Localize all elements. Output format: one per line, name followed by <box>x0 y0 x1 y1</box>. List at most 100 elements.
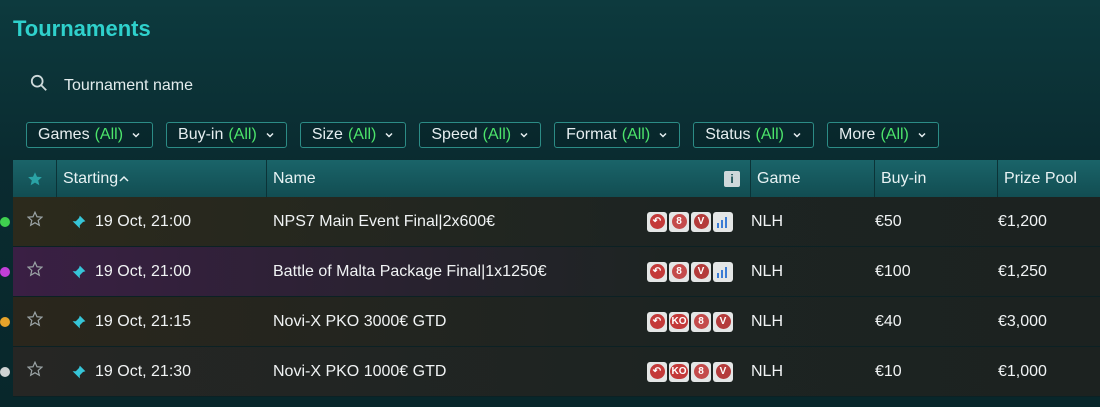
star-icon[interactable] <box>26 310 44 332</box>
cell-starting: 19 Oct, 21:15 <box>57 297 267 347</box>
page-title: Tournaments <box>13 16 151 41</box>
cell-starting: 19 Oct, 21:30 <box>57 347 267 397</box>
filter-games[interactable]: Games (All) <box>26 122 154 148</box>
search-bar[interactable]: Tournament name <box>30 74 193 97</box>
table-row[interactable]: 19 Oct, 21:00 Battle of Malta Package Fin… <box>0 247 1100 297</box>
column-buyin[interactable]: Buy-in <box>875 160 998 197</box>
info-icon[interactable]: i <box>724 170 740 187</box>
badge-8: 8 <box>691 361 711 382</box>
tournament-badges: ↶ KO 8 V <box>647 361 733 382</box>
cell-name: NPS7 Main Event Final|2x600€ ↶ 8 V <box>267 197 751 247</box>
search-icon <box>30 74 48 97</box>
filter-status[interactable]: Status (All) <box>693 122 814 148</box>
filter-size[interactable]: Size (All) <box>299 122 407 148</box>
column-starting[interactable]: Starting <box>57 160 267 197</box>
tournament-name: Novi-X PKO 1000€ GTD <box>273 362 447 380</box>
badge-v: V <box>713 311 733 332</box>
badge-8: 8 <box>669 211 689 232</box>
badge-8: 8 <box>669 261 689 282</box>
buyin-value: €100 <box>875 262 911 280</box>
table-row[interactable]: 19 Oct, 21:15 Novi-X PKO 3000€ GTD ↶ KO 8 V NL… <box>0 297 1100 347</box>
bar-chart-icon <box>713 261 733 282</box>
cell-name: Novi-X PKO 1000€ GTD ↶ KO 8 V <box>267 347 751 397</box>
buyin-value: €50 <box>875 212 902 230</box>
filter-value: (All) <box>621 126 651 143</box>
filter-label: Size <box>311 126 343 143</box>
cell-buyin: €10 <box>875 347 998 397</box>
cell-game: NLH <box>751 197 875 247</box>
filter-bar: Games (All) Buy-in (All) Size (All) Speed (A… <box>26 122 939 148</box>
column-label: Starting <box>63 169 119 187</box>
chevron-down-icon <box>793 132 801 138</box>
search-input[interactable]: Tournament name <box>64 77 193 95</box>
cell-starting: 19 Oct, 21:00 <box>57 197 267 247</box>
re-entry-icon: ↶ <box>647 261 667 282</box>
filter-value: (All) <box>347 126 377 143</box>
cell-game: NLH <box>751 347 875 397</box>
chevron-down-icon <box>266 132 274 138</box>
column-label: Game <box>757 169 801 187</box>
star-icon[interactable] <box>26 260 44 282</box>
cell-starting: 19 Oct, 21:00 <box>57 247 267 297</box>
tournament-badges: ↶ KO 8 V <box>647 311 733 332</box>
table-row[interactable]: 19 Oct, 21:30 Novi-X PKO 1000€ GTD ↶ KO 8 V NL… <box>0 347 1100 397</box>
game-type: NLH <box>751 262 784 280</box>
favorite-toggle[interactable] <box>13 297 57 347</box>
filter-buyin[interactable]: Buy-in (All) <box>166 122 287 148</box>
column-prize-pool[interactable]: Prize Pool <box>998 160 1100 197</box>
tournament-name: Battle of Malta Package Final|1x1250€ <box>273 262 547 280</box>
filter-format[interactable]: Format (All) <box>554 122 681 148</box>
start-time: 19 Oct, 21:30 <box>95 362 192 380</box>
filter-speed[interactable]: Speed (All) <box>419 122 542 148</box>
cell-name: Battle of Malta Package Final|1x1250€ ↶ 8 V <box>267 247 751 297</box>
start-time: 19 Oct, 21:00 <box>95 212 192 230</box>
cell-buyin: €40 <box>875 297 998 347</box>
column-name[interactable]: Name i <box>267 160 751 197</box>
filter-label: Games <box>38 126 90 143</box>
status-dot <box>0 267 10 277</box>
tournament-table: Starting Name i Game Buy-in Prize Pool 19… <box>0 160 1100 397</box>
filter-value: (All) <box>228 126 257 143</box>
cell-prize-pool: €3,000 <box>998 297 1100 347</box>
filter-label: Buy-in <box>178 126 224 143</box>
start-time: 19 Oct, 21:00 <box>95 262 192 280</box>
pin-icon <box>71 364 87 380</box>
badge-8: 8 <box>691 311 711 332</box>
cell-prize-pool: €1,250 <box>998 247 1100 297</box>
re-entry-icon: ↶ <box>647 361 667 382</box>
column-game[interactable]: Game <box>751 160 875 197</box>
badge-v: V <box>713 361 733 382</box>
favorite-toggle[interactable] <box>13 347 57 397</box>
chevron-down-icon <box>132 132 140 138</box>
star-icon[interactable] <box>26 210 44 232</box>
favorite-toggle[interactable] <box>13 247 57 297</box>
status-dot <box>0 367 10 377</box>
star-icon <box>27 171 42 185</box>
badge-ko: KO <box>669 311 689 332</box>
sort-asc-icon <box>119 175 129 182</box>
game-type: NLH <box>751 312 784 330</box>
buyin-value: €40 <box>875 312 902 330</box>
filter-value: (All) <box>880 126 909 143</box>
filter-label: Format <box>566 126 617 143</box>
cell-game: NLH <box>751 297 875 347</box>
badge-v: V <box>691 211 711 232</box>
filter-value: (All) <box>482 126 512 143</box>
chevron-down-icon <box>659 132 667 138</box>
badge-v: V <box>691 261 711 282</box>
cell-buyin: €50 <box>875 197 998 247</box>
cell-prize-pool: €1,000 <box>998 347 1100 397</box>
filter-more[interactable]: More (All) <box>826 122 939 148</box>
favorite-column-header[interactable] <box>13 160 57 197</box>
chevron-down-icon <box>918 132 926 138</box>
filter-label: Speed <box>431 126 478 143</box>
star-icon[interactable] <box>26 360 44 382</box>
filter-label: More <box>838 126 876 143</box>
start-time: 19 Oct, 21:15 <box>95 312 192 330</box>
pin-icon <box>71 314 87 330</box>
favorite-toggle[interactable] <box>13 197 57 247</box>
column-label: Buy-in <box>881 169 927 187</box>
table-row[interactable]: 19 Oct, 21:00 NPS7 Main Event Final|2x600… <box>0 197 1100 247</box>
game-type: NLH <box>751 362 784 380</box>
chevron-down-icon <box>520 132 528 138</box>
